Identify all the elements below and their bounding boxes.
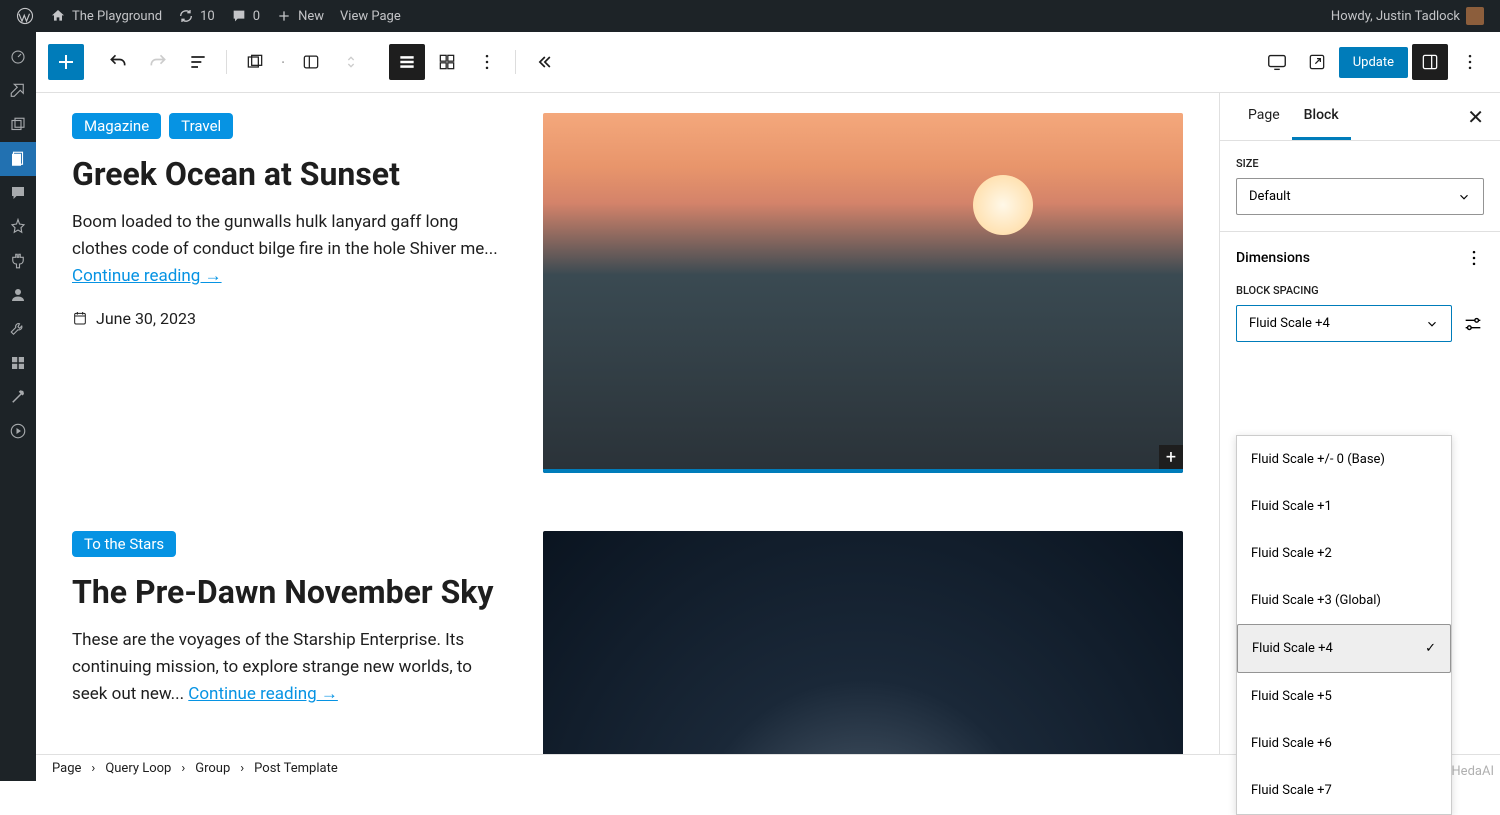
post-item: To the Stars The Pre-Dawn November Sky T… [72, 531, 1183, 754]
grid-view-button[interactable] [429, 44, 465, 80]
dropdown-option[interactable]: Fluid Scale +2 [1237, 530, 1451, 577]
more-icon[interactable] [1464, 248, 1484, 268]
menu-dashboard[interactable] [0, 40, 36, 74]
editor-toolbar: · Update [36, 32, 1500, 93]
menu-users[interactable] [0, 278, 36, 312]
menu-pages[interactable] [0, 142, 36, 176]
admin-bar: The Playground 10 0 New View Page Howdy,… [0, 0, 1500, 32]
wp-logo[interactable] [8, 7, 42, 25]
menu-media[interactable] [0, 108, 36, 142]
add-block-button[interactable] [48, 44, 84, 80]
block-spacing-label: BLOCK SPACING [1236, 284, 1484, 297]
post-category[interactable]: Magazine [72, 113, 161, 139]
add-icon[interactable]: + [1159, 445, 1183, 469]
collapse-toolbar-button[interactable] [526, 44, 562, 80]
block-options-button[interactable] [469, 44, 505, 80]
menu-tools[interactable] [0, 312, 36, 346]
settings-toggle-button[interactable] [1412, 44, 1448, 80]
read-more-link[interactable]: Continue reading → [188, 684, 338, 704]
menu-settings[interactable] [0, 346, 36, 380]
read-more-link[interactable]: Continue reading → [72, 266, 222, 286]
menu-appearance[interactable] [0, 210, 36, 244]
block-columns-icon[interactable] [293, 44, 329, 80]
size-label: SIZE [1236, 157, 1484, 170]
breadcrumb-item[interactable]: Page [52, 761, 81, 776]
block-spacing-select[interactable]: Fluid Scale +4 [1236, 305, 1452, 342]
new-content[interactable]: New [268, 8, 332, 24]
post-item: Magazine Travel Greek Ocean at Sunset Bo… [72, 113, 1183, 473]
tab-block[interactable]: Block [1292, 93, 1351, 140]
dropdown-option[interactable]: Fluid Scale +5 [1237, 673, 1451, 720]
dropdown-option[interactable]: Fluid Scale +6 [1237, 720, 1451, 767]
close-sidebar-button[interactable]: ✕ [1467, 105, 1484, 129]
dropdown-option[interactable]: Fluid Scale +1 [1237, 483, 1451, 530]
list-view-button[interactable] [389, 44, 425, 80]
dropdown-option[interactable]: Fluid Scale +4✓ [1237, 624, 1451, 673]
settings-sidebar: Page Block ✕ SIZE Default Dimensions B [1219, 93, 1500, 754]
update-button[interactable]: Update [1339, 47, 1408, 78]
device-preview-button[interactable] [1259, 44, 1295, 80]
menu-item-9[interactable] [0, 380, 36, 414]
featured-image[interactable]: + [543, 113, 1183, 473]
post-title[interactable]: Greek Ocean at Sunset [72, 155, 507, 193]
menu-item-10[interactable] [0, 414, 36, 448]
dimensions-heading: Dimensions [1236, 250, 1310, 266]
admin-menu [0, 32, 36, 781]
more-options-button[interactable] [1452, 44, 1488, 80]
block-group-icon[interactable] [237, 44, 273, 80]
redo-button[interactable] [140, 44, 176, 80]
site-name[interactable]: The Playground [42, 8, 170, 24]
updates-count[interactable]: 10 [170, 8, 223, 24]
breadcrumb-item[interactable]: Query Loop [105, 761, 171, 776]
menu-plugins[interactable] [0, 244, 36, 278]
post-excerpt: These are the voyages of the Starship En… [72, 627, 507, 709]
tab-page[interactable]: Page [1236, 93, 1292, 140]
post-date: June 30, 2023 [72, 309, 507, 328]
menu-item-1[interactable] [0, 74, 36, 108]
post-title[interactable]: The Pre-Dawn November Sky [72, 573, 507, 611]
size-select[interactable]: Default [1236, 178, 1484, 215]
comments-count[interactable]: 0 [223, 8, 268, 24]
featured-image[interactable] [543, 531, 1183, 754]
post-excerpt: Boom loaded to the gunwalls hulk lanyard… [72, 209, 507, 291]
dropdown-option[interactable]: Fluid Scale +/- 0 (Base) [1237, 436, 1451, 483]
sliders-icon[interactable] [1462, 313, 1484, 335]
editor-canvas[interactable]: Magazine Travel Greek Ocean at Sunset Bo… [36, 93, 1219, 754]
block-move-button[interactable] [333, 44, 369, 80]
block-spacing-dropdown: Fluid Scale +/- 0 (Base)Fluid Scale +1Fl… [1236, 435, 1452, 815]
dropdown-option[interactable]: Fluid Scale +3 (Global) [1237, 577, 1451, 624]
watermark: HedaAI [1451, 764, 1494, 779]
undo-button[interactable] [100, 44, 136, 80]
post-category[interactable]: To the Stars [72, 531, 176, 557]
chevron-down-icon [1425, 317, 1439, 331]
breadcrumb-item[interactable]: Post Template [254, 761, 338, 776]
post-category[interactable]: Travel [169, 113, 233, 139]
view-page[interactable]: View Page [332, 9, 409, 24]
menu-comments[interactable] [0, 176, 36, 210]
chevron-down-icon [1457, 190, 1471, 204]
howdy-user[interactable]: Howdy, Justin Tadlock [1323, 7, 1492, 25]
avatar [1466, 7, 1484, 25]
breadcrumb-item[interactable]: Group [195, 761, 230, 776]
dropdown-option[interactable]: Fluid Scale +7 [1237, 767, 1451, 814]
view-page-button[interactable] [1299, 44, 1335, 80]
calendar-icon [72, 310, 88, 326]
document-overview-button[interactable] [180, 44, 216, 80]
